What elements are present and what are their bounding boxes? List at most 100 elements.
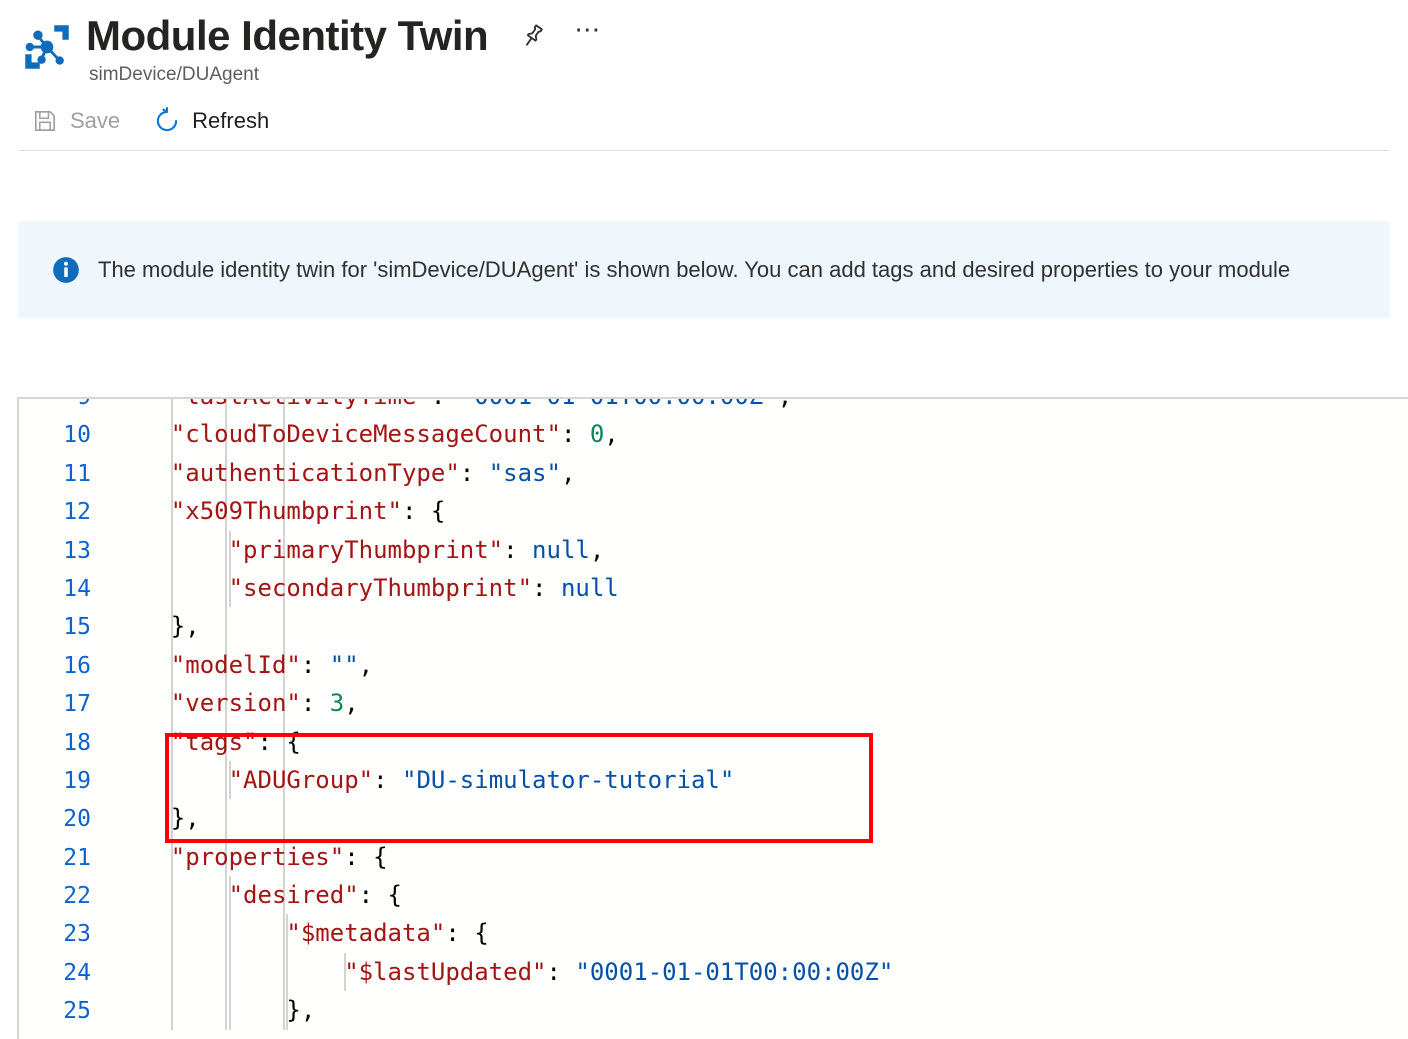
line-number: 19 (63, 767, 91, 794)
refresh-button[interactable]: Refresh (152, 106, 269, 136)
code-token: : (546, 957, 576, 986)
ellipsis-icon[interactable]: ⋯ (574, 15, 602, 57)
code-token: "authenticationType" (170, 458, 460, 487)
code-line: 13 "primaryThumbprint": null, (19, 530, 1408, 569)
refresh-label: Refresh (192, 108, 270, 134)
page-subtitle: simDevice/DUAgent (89, 64, 259, 86)
line-number: 15 (63, 614, 91, 641)
code-token: "modelId" (170, 650, 301, 679)
save-button[interactable]: Save (30, 106, 120, 136)
code-token: : { (401, 497, 446, 526)
line-number: 25 (63, 998, 91, 1025)
indent-guide (170, 645, 173, 685)
save-label: Save (70, 108, 121, 134)
indent-guide (170, 568, 173, 608)
code-token: "desired" (228, 881, 359, 910)
code-token: : { (358, 881, 402, 910)
code-token: "properties" (170, 842, 345, 871)
line-number: 23 (63, 921, 91, 948)
code-token: null (532, 535, 590, 564)
indent-guide (170, 760, 173, 800)
code-token: : { (257, 727, 301, 756)
code-text: }, (113, 607, 1408, 646)
code-token: "cloudToDeviceMessageCount" (170, 420, 561, 449)
pin-icon[interactable] (518, 21, 548, 51)
code-line: 10 "cloudToDeviceMessageCount": 0, (19, 415, 1408, 454)
code-text: "desired": { (113, 876, 1408, 915)
line-number: 16 (63, 652, 91, 679)
info-banner-text: The module identity twin for 'simDevice/… (98, 256, 1291, 282)
indent-guide (170, 991, 173, 1030)
code-text: "ADUGroup": "DU-simulator-tutorial" (113, 760, 1408, 800)
indent-guide (286, 914, 289, 953)
code-line: 21 "properties": { (19, 837, 1408, 877)
line-number: 17 (63, 691, 91, 718)
code-line: 15 }, (19, 607, 1408, 646)
line-number: 22 (63, 883, 91, 910)
indent-guide (228, 876, 231, 915)
code-token: "DU-simulator-tutorial" (402, 765, 735, 794)
code-line: 14 "secondaryThumbprint": null (19, 568, 1408, 608)
page-title: Module Identity Twin (86, 12, 489, 59)
refresh-circular-arrow-icon (152, 106, 182, 136)
indent-guide (170, 453, 173, 493)
code-token: "" (329, 650, 359, 679)
code-token: : (431, 399, 460, 410)
code-text: "$lastUpdated": "0001-01-01T00:00:00Z" (113, 952, 1408, 992)
code-text: "lastActivityTime": "0001-01-01T00:00:00… (113, 399, 1408, 416)
indent-guide (170, 492, 173, 531)
code-line: 19 "ADUGroup": "DU-simulator-tutorial" (19, 760, 1408, 800)
code-lines-container: 9 "lastActivityTime": "0001-01-01T00:00:… (19, 399, 1408, 1030)
line-number: 21 (63, 844, 91, 871)
line-number: 14 (63, 575, 91, 602)
code-token: "version" (170, 689, 301, 718)
code-text: "x509Thumbprint": { (113, 492, 1408, 531)
line-number: 13 (63, 537, 91, 564)
indent-guide (170, 799, 173, 838)
code-text: "cloudToDeviceMessageCount": 0, (113, 415, 1408, 454)
save-floppy-icon (30, 106, 60, 136)
line-number: 10 (63, 422, 91, 449)
code-token: : (373, 765, 402, 794)
indent-guide (170, 607, 173, 646)
code-line: 11 "authenticationType": "sas", (19, 453, 1408, 493)
code-token: "secondaryThumbprint" (228, 573, 533, 602)
code-text: }, (113, 991, 1408, 1030)
code-token: , (560, 458, 576, 487)
code-token: "ADUGroup" (228, 765, 374, 794)
code-token: : (560, 420, 590, 449)
code-text: "authenticationType": "sas", (113, 453, 1408, 493)
code-text: "secondaryThumbprint": null (113, 568, 1408, 608)
indent-guide (170, 952, 173, 992)
code-token: "0001-01-01T00:00:00Z" (575, 957, 894, 986)
indent-guide (170, 914, 173, 953)
line-number: 18 (63, 729, 91, 756)
line-number: 11 (63, 460, 91, 487)
indent-guide (228, 952, 231, 992)
json-code-editor[interactable]: 9 "lastActivityTime": "0001-01-01T00:00:… (17, 397, 1408, 1039)
code-token: "primaryThumbprint" (228, 535, 504, 564)
toolbar-divider (18, 150, 1390, 152)
code-token: : (503, 535, 533, 564)
code-token: : (300, 650, 330, 679)
indent-guide (286, 952, 289, 992)
indent-guide (170, 837, 173, 877)
code-text: "tags": { (113, 722, 1408, 761)
indent-guide (228, 568, 231, 608)
code-line: 23 "$metadata": { (19, 914, 1408, 953)
line-number: 12 (63, 499, 91, 526)
code-line: 20 }, (19, 799, 1408, 838)
code-token: }, (113, 996, 316, 1025)
code-line: 17 "version": 3, (19, 684, 1408, 723)
code-line: 9 "lastActivityTime": "0001-01-01T00:00:… (19, 399, 1408, 416)
command-bar: Save Refresh (0, 86, 1408, 150)
code-token: : { (344, 842, 388, 871)
code-token: "$lastUpdated" (344, 957, 547, 986)
code-token: , (778, 399, 792, 410)
code-token: : (532, 573, 561, 602)
